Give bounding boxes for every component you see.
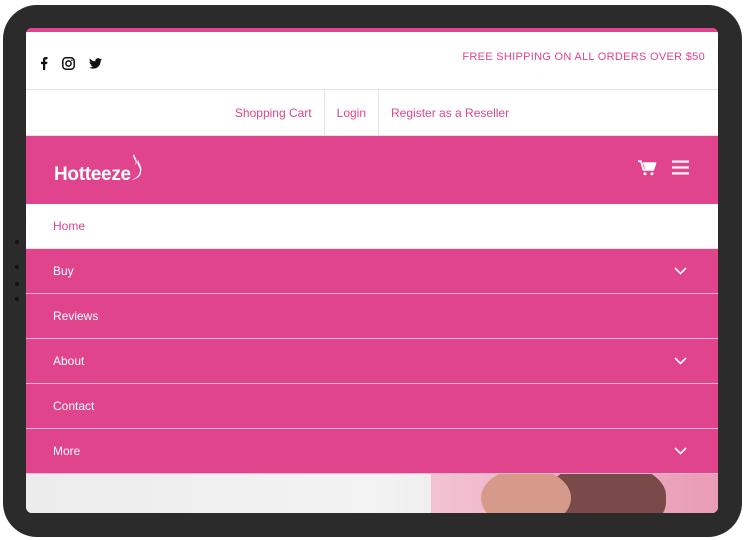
account-links-bar: Shopping Cart Login Register as a Resell…: [26, 90, 718, 136]
header-icons: [638, 159, 689, 181]
chevron-down-icon[interactable]: [674, 357, 687, 365]
chevron-down-icon[interactable]: [674, 447, 687, 455]
hero-person-face: [481, 474, 571, 513]
instagram-icon[interactable]: [62, 57, 75, 70]
menu-item-label: More: [53, 444, 81, 458]
steam-icon: [130, 154, 142, 180]
logo-text: Hotteeze: [54, 164, 131, 185]
social-icons: [40, 57, 102, 70]
menu-item-more[interactable]: More: [26, 429, 718, 474]
shipping-notice: FREE SHIPPING ON ALL ORDERS OVER $50: [462, 50, 705, 63]
menu-item-label: Home: [53, 219, 86, 233]
shopping-cart-link[interactable]: Shopping Cart: [223, 90, 324, 135]
menu-item-contact[interactable]: Contact: [26, 384, 718, 429]
mobile-nav-menu: Home Buy Reviews About Contact More: [26, 204, 718, 474]
device-button: [15, 282, 19, 286]
menu-item-reviews[interactable]: Reviews: [26, 294, 718, 339]
site-header: Hotteeze: [26, 136, 718, 204]
menu-item-label: Reviews: [53, 309, 99, 323]
register-reseller-link[interactable]: Register as a Reseller: [378, 90, 521, 135]
cart-icon[interactable]: [638, 159, 657, 181]
menu-item-buy[interactable]: Buy: [26, 249, 718, 294]
chevron-down-icon[interactable]: [674, 267, 687, 275]
device-button: [15, 297, 19, 301]
menu-item-label: Contact: [53, 399, 95, 413]
twitter-icon[interactable]: [89, 58, 102, 69]
menu-item-label: Buy: [53, 264, 74, 278]
menu-item-about[interactable]: About: [26, 339, 718, 384]
social-bar: FREE SHIPPING ON ALL ORDERS OVER $50: [26, 32, 718, 90]
menu-item-label: About: [53, 354, 85, 368]
hero-image: [26, 474, 718, 513]
hotteeze-logo[interactable]: Hotteeze: [54, 154, 144, 186]
device-button: [15, 240, 19, 244]
device-button: [15, 265, 19, 269]
menu-item-home[interactable]: Home: [26, 204, 718, 249]
login-link[interactable]: Login: [323, 90, 378, 135]
website-screen: FREE SHIPPING ON ALL ORDERS OVER $50 Sho…: [26, 28, 718, 513]
hamburger-menu-icon[interactable]: [672, 160, 689, 180]
facebook-icon[interactable]: [40, 57, 48, 70]
